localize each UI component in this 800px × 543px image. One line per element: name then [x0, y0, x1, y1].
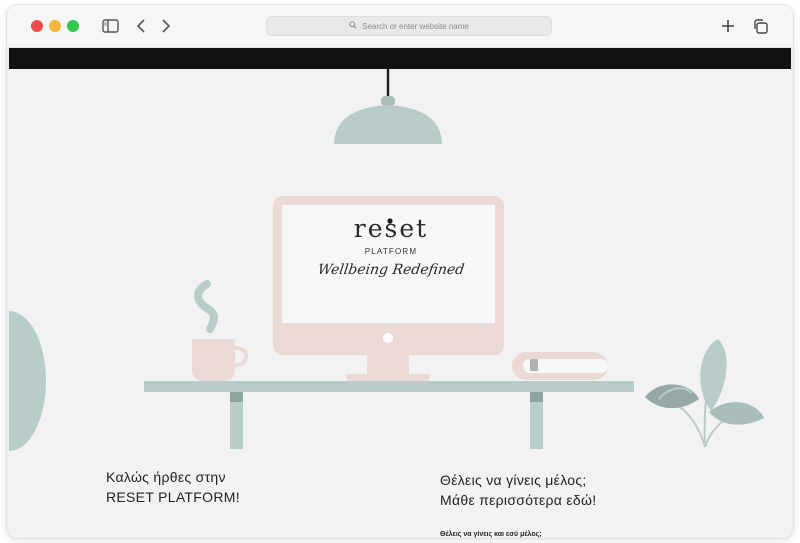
sidebar-icon[interactable] — [100, 16, 120, 36]
welcome-line-1: Καλώς ήρθες στην — [106, 469, 226, 485]
close-window-button[interactable] — [31, 20, 43, 32]
brand-logo-text: reset — [353, 214, 429, 243]
welcome-line-2: RESET PLATFORM! — [106, 489, 240, 505]
address-bar[interactable]: Search or enter website name — [266, 16, 552, 36]
plant-illustration — [645, 339, 764, 448]
browser-toolbar: Search or enter website name — [7, 5, 793, 48]
brand-platform-label: PLATFORM — [364, 247, 418, 256]
membership-heading[interactable]: Θέλεις να γίνεις μέλος; Μάθε περισσότερα… — [440, 470, 596, 510]
forward-icon[interactable] — [156, 16, 176, 36]
brand-tagline: Wellbeing Redefined — [316, 262, 466, 278]
membership-line-1: Θέλεις να γίνεις μέλος; — [440, 472, 587, 488]
welcome-heading: Καλώς ήρθες στην RESET PLATFORM! — [106, 467, 240, 507]
membership-subheading: Θέλεις να γίνεις και εσύ μέλος; — [440, 531, 542, 538]
address-placeholder: Search or enter website name — [362, 21, 469, 31]
decorative-circle — [9, 311, 46, 451]
new-tab-icon[interactable] — [718, 16, 738, 36]
tabs-overview-icon[interactable] — [750, 16, 770, 36]
monitor-screen-content: reset PLATFORM Wellbeing Redefined — [281, 216, 501, 278]
zoom-window-button[interactable] — [67, 20, 79, 32]
membership-line-2[interactable]: Μάθε περισσότερα εδώ! — [440, 490, 596, 510]
back-icon[interactable] — [131, 16, 151, 36]
lamp-illustration — [334, 69, 442, 144]
site-top-bar — [9, 48, 791, 69]
page-content: reset PLATFORM Wellbeing Redefined Καλώς… — [9, 69, 791, 538]
coffee-cup-illustration — [192, 280, 249, 381]
desk-illustration — [144, 381, 634, 449]
search-icon — [349, 21, 357, 31]
minimize-window-button[interactable] — [49, 20, 61, 32]
browser-window: Search or enter website name reset PLATF… — [7, 5, 793, 538]
book-illustration — [512, 352, 608, 380]
